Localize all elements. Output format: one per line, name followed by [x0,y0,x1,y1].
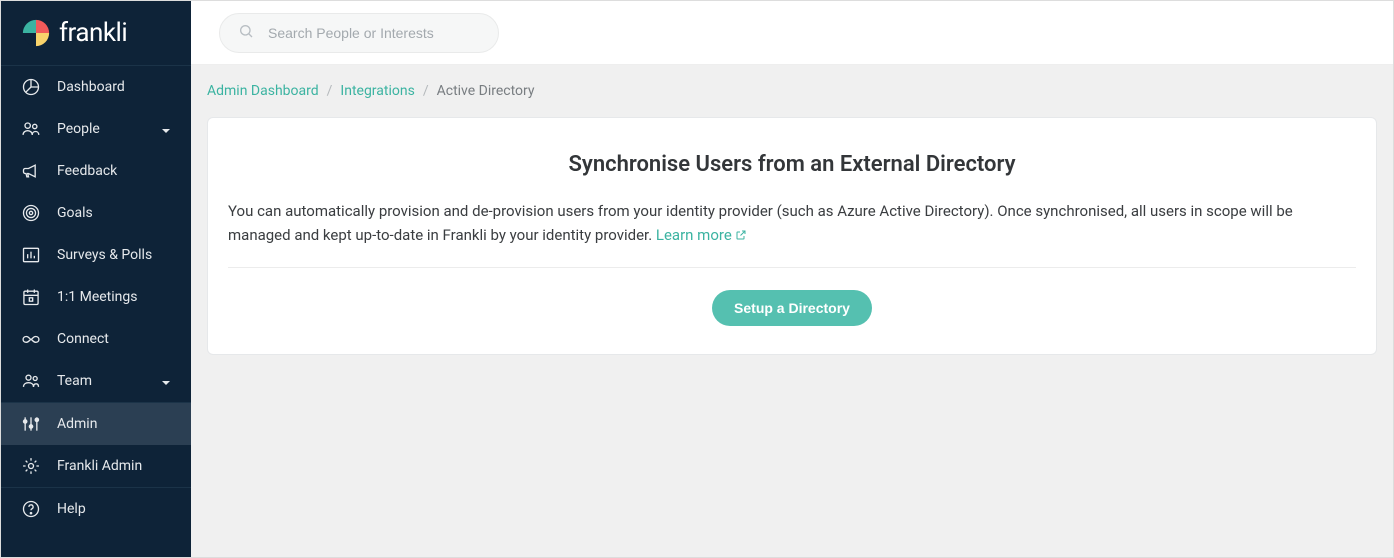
divider [228,267,1356,268]
pie-icon [21,77,41,97]
card-title: Synchronise Users from an External Direc… [228,152,1356,177]
search-icon [238,23,268,43]
sidebar-item-admin[interactable]: Admin [1,403,191,445]
sidebar-item-label: Connect [57,331,109,347]
sidebar-item-label: Help [57,501,86,517]
learn-more-link[interactable]: Learn more [656,226,747,244]
directory-card: Synchronise Users from an External Direc… [207,117,1377,355]
external-link-icon [735,224,747,236]
sidebar-item-surveys-polls[interactable]: Surveys & Polls [1,234,191,276]
sidebar-item-label: 1:1 Meetings [57,289,137,305]
sidebar-item-help[interactable]: Help [1,488,191,530]
main: Admin Dashboard/Integrations/Active Dire… [191,1,1393,557]
sidebar-item-label: People [57,121,100,137]
sidebar-item-connect[interactable]: Connect [1,318,191,360]
target-icon [21,203,41,223]
megaphone-icon [21,161,41,181]
brand-name: frankli [59,18,127,48]
infinity-icon [21,329,41,349]
logo-icon [21,18,51,48]
sidebar-item-label: Team [57,373,92,389]
sidebar-item-label: Goals [57,205,93,221]
setup-directory-button[interactable]: Setup a Directory [712,290,872,326]
calendar-icon [21,287,41,307]
sidebar-item-label: Surveys & Polls [57,247,152,263]
sidebar-item-people[interactable]: People [1,108,191,150]
search-input[interactable] [268,25,480,41]
sidebar-item-label: Dashboard [57,79,125,95]
card-body: You can automatically provision and de-p… [228,199,1356,247]
breadcrumb-active-directory: Active Directory [437,83,535,99]
topbar [191,1,1393,65]
breadcrumb: Admin Dashboard/Integrations/Active Dire… [207,65,1377,117]
help-icon [21,499,41,519]
search-box[interactable] [219,13,499,53]
sidebar-item-goals[interactable]: Goals [1,192,191,234]
sidebar-nav: Dashboard People Feedback Goals Surveys & Po… [1,66,191,557]
sidebar-item-label: Frankli Admin [57,458,142,474]
chevron-down-icon [161,376,171,386]
breadcrumb-integrations[interactable]: Integrations [340,83,414,99]
sidebar-item-dashboard[interactable]: Dashboard [1,66,191,108]
brand-logo[interactable]: frankli [1,1,191,65]
team-icon [21,371,41,391]
people-icon [21,119,41,139]
sidebar: frankli Dashboard People Feedback Goals Surv… [1,1,191,557]
chart-icon [21,245,41,265]
sliders-icon [21,414,41,434]
chevron-down-icon [161,124,171,134]
breadcrumb-admin-dashboard[interactable]: Admin Dashboard [207,83,319,99]
sidebar-item-label: Admin [57,416,97,432]
gear-icon [21,456,41,476]
sidebar-item-team[interactable]: Team [1,360,191,402]
sidebar-item-1-1-meetings[interactable]: 1:1 Meetings [1,276,191,318]
sidebar-item-frankli-admin[interactable]: Frankli Admin [1,445,191,487]
sidebar-item-label: Feedback [57,163,117,179]
sidebar-item-feedback[interactable]: Feedback [1,150,191,192]
